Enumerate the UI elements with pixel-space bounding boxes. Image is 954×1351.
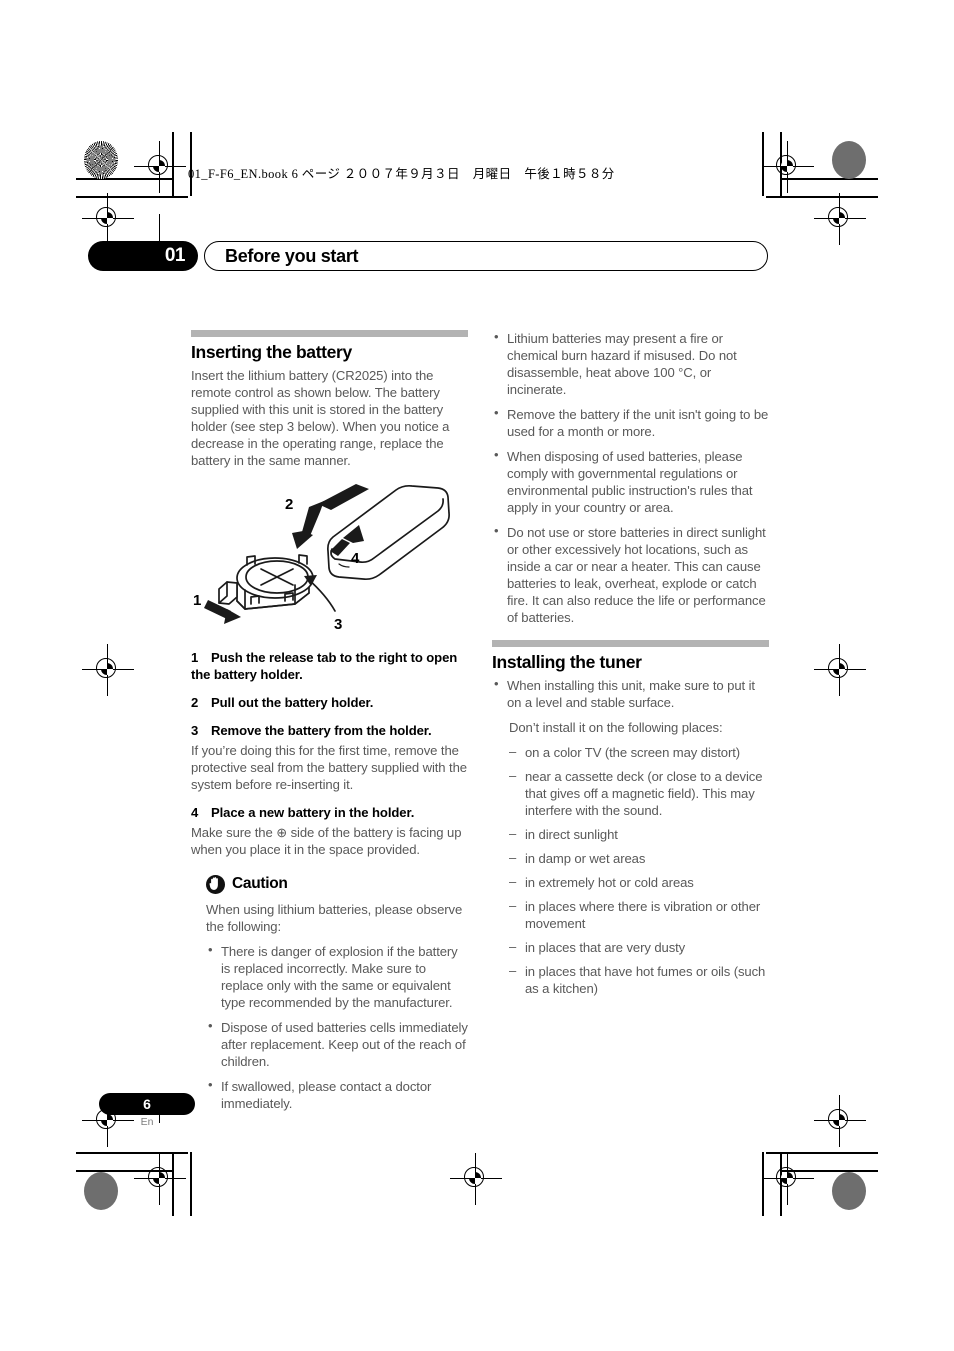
right-column: Lithium batteries may present a fire or … xyxy=(492,329,769,1004)
caution-hand-icon xyxy=(206,874,225,894)
caution-bullet: There is danger of explosion if the batt… xyxy=(206,942,468,1011)
caution-header: Caution xyxy=(206,874,468,894)
install-places-list: on a color TV (the screen may distort) n… xyxy=(509,744,769,997)
figure-callout-2: 2 xyxy=(285,496,293,513)
registration-crosshair-right-lower xyxy=(814,1095,866,1147)
step-4-body: Make sure the ⊕ side of the battery is f… xyxy=(191,824,462,857)
step-4-title: Place a new battery in the holder. xyxy=(211,804,415,820)
step-3-body: If you’re doing this for the first time,… xyxy=(191,742,467,792)
step-4-number: 4 xyxy=(191,804,199,820)
caution-intro: When using lithium batteries, please obs… xyxy=(206,901,463,934)
battery-warning-bullet: When disposing of used batteries, please… xyxy=(492,447,769,516)
step-2-number: 2 xyxy=(191,694,199,710)
crop-mark-bottom-left-v2 xyxy=(190,1152,192,1216)
chapter-header: 01 Before you start xyxy=(88,241,768,271)
step-3-title: Remove the battery from the holder. xyxy=(211,722,432,738)
step-2: 2 Pull out the battery holder. xyxy=(191,694,468,711)
install-place-item: in places that have hot fumes or oils (s… xyxy=(509,963,769,997)
registration-crosshair-bottom-right xyxy=(762,1153,814,1205)
install-place-item: on a color TV (the screen may distort) xyxy=(509,744,769,761)
section-title-installing-tuner: Installing the tuner xyxy=(492,652,642,673)
section-title-inserting-battery: Inserting the battery xyxy=(191,342,352,362)
install-place-item: in direct sunlight xyxy=(509,826,769,843)
battery-warning-bullet-list: Lithium batteries may present a fire or … xyxy=(492,329,769,626)
registration-starburst-top-left xyxy=(84,141,118,179)
step-1-title: Push the release tab to the right to ope… xyxy=(191,649,458,682)
print-slugline: 01_F-F6_EN.book 6 ページ ２００７年９月３日 月曜日 午後１時… xyxy=(188,167,615,181)
registration-density-bottom-left xyxy=(84,1172,118,1210)
chapter-title: Before you start xyxy=(225,246,359,266)
install-place-item: near a cassette deck (or close to a devi… xyxy=(509,768,769,819)
registration-crosshair-right-upper xyxy=(814,193,866,245)
installing-tuner-note: Don’t install it on the following places… xyxy=(509,719,723,735)
caution-bullet: Dispose of used batteries cells immediat… xyxy=(206,1018,468,1070)
registration-crosshair-top-left xyxy=(134,141,186,193)
battery-warning-bullet: Lithium batteries may present a fire or … xyxy=(492,329,769,398)
registration-crosshair-left-upper xyxy=(82,193,134,245)
chapter-title-box: Before you start xyxy=(204,241,768,271)
install-place-item: in places that are very dusty xyxy=(509,939,769,956)
install-place-item: in extremely hot or cold areas xyxy=(509,874,769,891)
registration-crosshair-bottom-center xyxy=(450,1153,502,1205)
figure-callout-4: 4 xyxy=(351,550,360,567)
battery-warning-bullet: Remove the battery if the unit isn't goi… xyxy=(492,405,769,440)
section-rule-installing-tuner xyxy=(492,640,769,648)
registration-crosshair-top-right xyxy=(762,141,814,193)
caution-bullet: If swallowed, please contact a doctor im… xyxy=(206,1077,468,1112)
step-2-title: Pull out the battery holder. xyxy=(211,694,374,710)
caution-title: Caution xyxy=(232,875,288,893)
step-3-number: 3 xyxy=(191,722,199,738)
chapter-number-badge: 01 xyxy=(88,241,198,271)
installing-tuner-bullet: When installing this unit, make sure to … xyxy=(492,676,769,711)
figure-callout-1: 1 xyxy=(193,592,201,609)
step-4: 4 Place a new battery in the holder. xyxy=(191,804,468,821)
step-1-number: 1 xyxy=(191,649,199,665)
page-number-badge: 6 xyxy=(99,1093,195,1115)
battery-warning-bullet: Do not use or store batteries in direct … xyxy=(492,523,769,626)
step-1: 1 Push the release tab to the right to op… xyxy=(191,649,468,683)
registration-crosshair-bottom-left xyxy=(134,1153,186,1205)
install-place-item: in places where there is vibration or ot… xyxy=(509,898,769,932)
left-column: Inserting the battery Insert the lithium… xyxy=(191,330,468,1120)
installing-tuner-bullet-list: When installing this unit, make sure to … xyxy=(492,676,769,711)
registration-density-top-right xyxy=(832,141,866,179)
figure-callout-3: 3 xyxy=(334,616,342,633)
inserting-battery-intro: Insert the lithium battery (CR2025) into… xyxy=(191,367,450,468)
step-3: 3 Remove the battery from the holder. xyxy=(191,722,468,739)
registration-crosshair-left-middle xyxy=(82,644,134,696)
registration-crosshair-right-middle xyxy=(814,644,866,696)
page-language-label: En xyxy=(140,1116,154,1128)
remote-control-battery-diagram: 2 4 1 3 xyxy=(191,477,468,635)
caution-bullet-list: There is danger of explosion if the batt… xyxy=(206,942,468,1112)
install-place-item: in damp or wet areas xyxy=(509,850,769,867)
registration-density-bottom-right xyxy=(832,1172,866,1210)
section-rule-inserting-battery xyxy=(191,330,468,337)
